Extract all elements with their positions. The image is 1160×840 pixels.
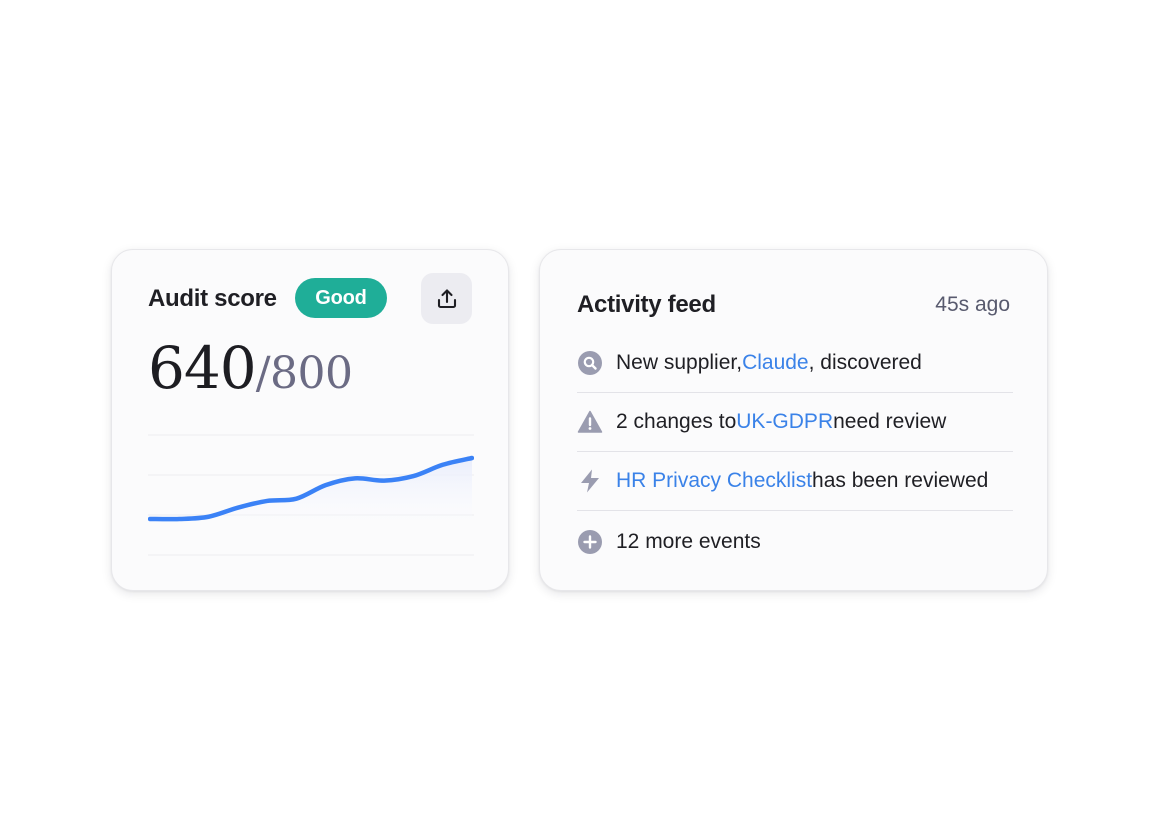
feed-item: HR Privacy Checklist has been reviewed	[577, 452, 1013, 511]
feed-item-text: New supplier,	[616, 351, 743, 374]
search-icon	[577, 350, 603, 376]
share-button[interactable]	[421, 273, 472, 324]
feed-item-text: 2 changes to	[616, 410, 737, 433]
feed-item-text-suffix: need review	[833, 410, 947, 433]
feed-item: 2 changes to UK-GDPR need review	[577, 393, 1013, 452]
feed-item: New supplier, Claude, discovered	[577, 334, 1013, 393]
audit-trend-chart	[148, 434, 474, 556]
score-max: /800	[255, 348, 353, 399]
plus-circle-icon	[577, 529, 603, 555]
feed-timestamp: 45s ago	[935, 293, 1010, 316]
upload-share-icon	[437, 288, 456, 308]
feed-item-text-suffix: has been reviewed	[812, 469, 989, 492]
score-current: 640	[148, 334, 257, 402]
more-events-label: 12 more events	[616, 529, 761, 553]
checklist-link[interactable]: HR Privacy Checklist	[616, 469, 812, 493]
lightning-icon	[577, 468, 603, 494]
more-events-item[interactable]: 12 more events	[577, 512, 1013, 571]
activity-feed-title: Activity feed	[577, 291, 716, 318]
audit-score-title: Audit score	[148, 285, 277, 312]
feed-item-text-suffix: , discovered	[808, 351, 922, 374]
status-badge: Good	[295, 278, 387, 318]
supplier-link[interactable]: Claude	[742, 351, 809, 375]
warning-icon	[577, 409, 603, 435]
regulation-link[interactable]: UK-GDPR	[736, 410, 833, 434]
audit-score-value: 640/800	[148, 334, 353, 402]
